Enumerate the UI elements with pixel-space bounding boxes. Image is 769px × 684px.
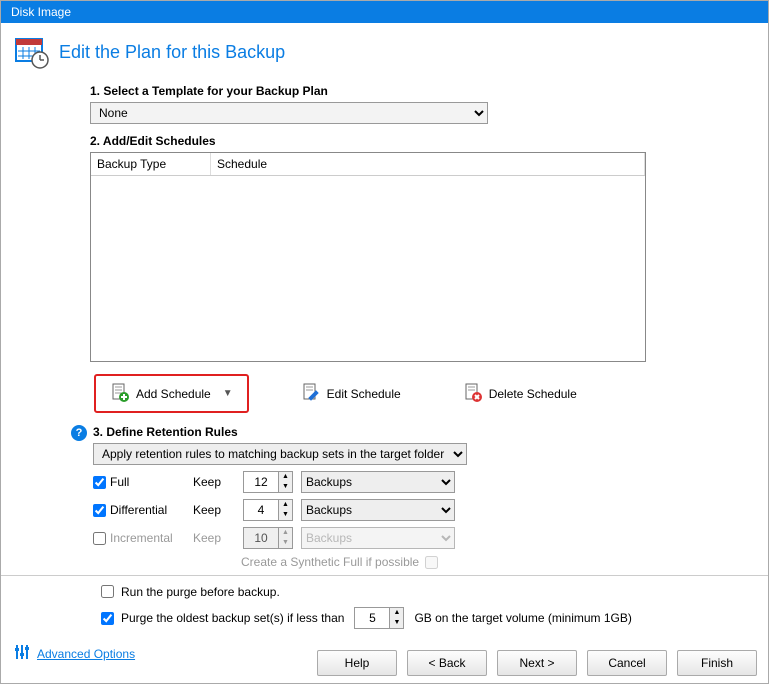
diff-unit-select[interactable]: Backups [301,499,455,521]
full-checkbox[interactable] [93,476,106,489]
run-purge-checkbox[interactable] [101,585,114,598]
diff-keep-label: Keep [193,503,243,517]
schedule-table-body [91,176,645,352]
run-purge-label: Run the purge before backup. [121,585,280,599]
dropdown-caret-icon: ▼ [223,388,233,399]
purge-gb-spinner[interactable]: ▲▼ [354,607,404,629]
help-button[interactable]: Help [317,650,397,676]
diff-count-spinner[interactable]: ▲▼ [243,499,293,521]
edit-schedule-label: Edit Schedule [327,387,401,401]
inc-keep-label: Keep [193,531,243,545]
spin-down-icon[interactable]: ▼ [279,482,292,492]
inc-count-spinner: ▲▼ [243,527,293,549]
synthetic-label: Create a Synthetic Full if possible [241,555,419,569]
synthetic-checkbox [425,556,438,569]
spin-up-icon: ▲ [279,528,292,538]
schedule-table: Backup Type Schedule [90,152,646,362]
window-title: Disk Image [1,1,768,23]
finish-button[interactable]: Finish [677,650,757,676]
diff-label: Differential [110,503,167,517]
section3-label: 3. Define Retention Rules [93,425,467,439]
full-count-spinner[interactable]: ▲▼ [243,471,293,493]
spin-up-icon[interactable]: ▲ [279,500,292,510]
col-backup-type[interactable]: Backup Type [91,153,211,175]
inc-checkbox[interactable] [93,532,106,545]
retention-rule-select[interactable]: Apply retention rules to matching backup… [93,443,467,465]
delete-schedule-label: Delete Schedule [489,387,577,401]
purge-gb-input[interactable] [355,608,389,628]
document-delete-icon [463,382,483,405]
inc-label: Incremental [110,531,173,545]
add-schedule-label: Add Schedule [136,387,211,401]
purge-oldest-suffix: GB on the target volume (minimum 1GB) [414,611,631,625]
spin-down-icon: ▼ [279,538,292,548]
section1-label: 1. Select a Template for your Backup Pla… [90,84,756,98]
full-label: Full [110,475,129,489]
inc-unit-select: Backups [301,527,455,549]
purge-oldest-checkbox[interactable] [101,612,114,625]
advanced-options-link[interactable]: Advanced Options [37,647,135,661]
page-title: Edit the Plan for this Backup [59,42,285,63]
edit-schedule-button[interactable]: Edit Schedule [291,376,411,411]
spin-down-icon[interactable]: ▼ [279,510,292,520]
template-select[interactable]: None [90,102,488,124]
col-schedule[interactable]: Schedule [211,153,645,175]
document-add-icon [110,382,130,405]
cancel-button[interactable]: Cancel [587,650,667,676]
full-keep-label: Keep [193,475,243,489]
diff-checkbox[interactable] [93,504,106,517]
sliders-icon [13,643,31,664]
delete-schedule-button[interactable]: Delete Schedule [453,376,587,411]
diff-count-input[interactable] [244,500,278,520]
spin-up-icon[interactable]: ▲ [390,608,403,618]
full-count-input[interactable] [244,472,278,492]
document-edit-icon [301,382,321,405]
help-icon[interactable]: ? [71,425,87,441]
spin-down-icon[interactable]: ▼ [390,618,403,628]
add-schedule-button[interactable]: Add Schedule ▼ [94,374,249,413]
inc-count-input [244,528,278,548]
next-button[interactable]: Next > [497,650,577,676]
section2-label: 2. Add/Edit Schedules [90,134,756,148]
back-button[interactable]: < Back [407,650,487,676]
purge-oldest-label: Purge the oldest backup set(s) if less t… [121,611,344,625]
spin-up-icon[interactable]: ▲ [279,472,292,482]
full-unit-select[interactable]: Backups [301,471,455,493]
calendar-clock-icon [13,33,49,72]
